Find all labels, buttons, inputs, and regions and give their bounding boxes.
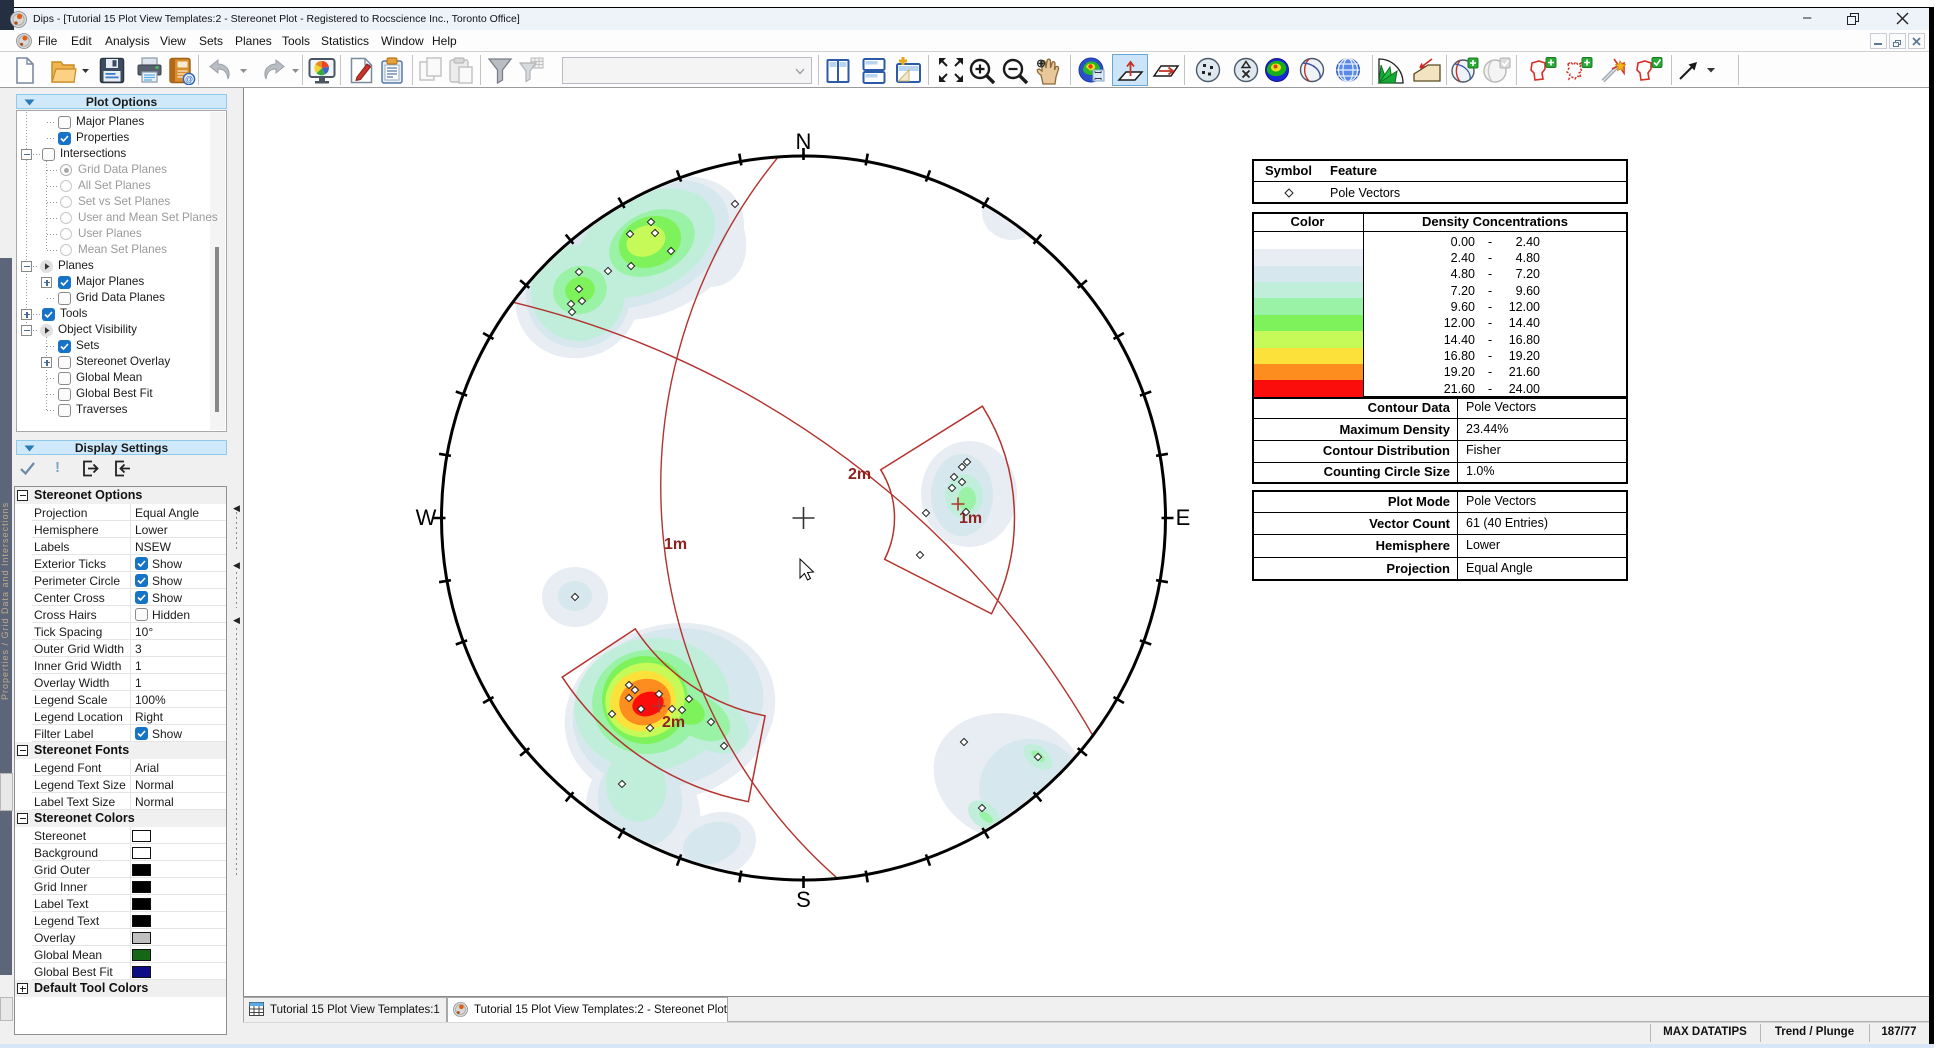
svg-text:N: N bbox=[796, 129, 812, 154]
svg-text:S: S bbox=[796, 887, 811, 912]
svg-text:E: E bbox=[1176, 505, 1191, 530]
svg-text:2m: 2m bbox=[662, 714, 685, 731]
svg-text:@: @ bbox=[185, 75, 193, 84]
svg-text:1m: 1m bbox=[664, 536, 687, 553]
svg-text:2m: 2m bbox=[848, 466, 871, 483]
svg-text:W: W bbox=[416, 505, 437, 530]
